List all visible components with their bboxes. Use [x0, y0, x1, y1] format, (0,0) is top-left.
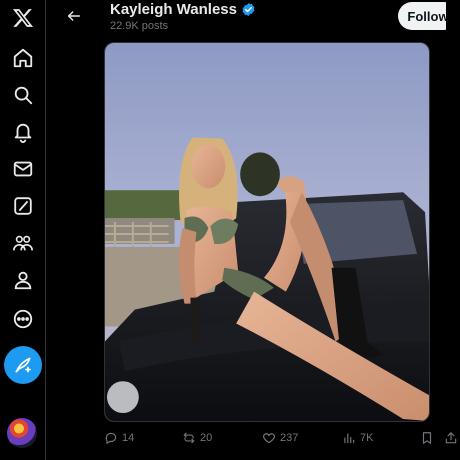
share-icon — [445, 432, 457, 444]
reply-icon — [105, 432, 117, 444]
bookmark-button[interactable] — [420, 428, 434, 448]
analytics-icon — [344, 433, 355, 444]
messages-icon[interactable] — [0, 152, 46, 186]
post-photo — [105, 43, 429, 421]
post-media[interactable] — [104, 42, 430, 422]
like-count: 237 — [280, 432, 299, 444]
profile-name-text: Kayleigh Wanless — [110, 1, 237, 18]
reply-count: 14 — [122, 432, 135, 444]
x-logo-icon[interactable] — [0, 1, 46, 35]
repost-icon — [183, 432, 195, 444]
grok-icon[interactable] — [0, 189, 46, 223]
scrollbar[interactable] — [446, 0, 460, 460]
compose-post-button[interactable] — [4, 346, 42, 384]
profile-header: Kayleigh Wanless 22.9K posts Follow — [46, 0, 460, 40]
heart-icon — [263, 433, 275, 444]
verified-badge-icon — [242, 2, 255, 17]
back-button[interactable] — [60, 4, 88, 28]
like-button[interactable]: 237 — [262, 428, 298, 448]
profile-name: Kayleigh Wanless — [110, 1, 256, 18]
compose-icon — [15, 357, 31, 373]
more-icon[interactable] — [0, 302, 46, 336]
views-button[interactable]: 7K — [342, 428, 373, 448]
repost-button[interactable]: 20 — [182, 428, 212, 448]
communities-icon[interactable] — [0, 226, 46, 260]
arrow-left-icon — [67, 11, 81, 21]
post-actions: 14 20 237 7K — [104, 428, 460, 448]
bookmark-icon — [422, 432, 432, 444]
reply-button[interactable]: 14 — [104, 428, 134, 448]
post-count: 22.9K posts — [110, 20, 169, 32]
search-icon[interactable] — [0, 78, 46, 112]
app-root: Kayleigh Wanless 22.9K posts Follow 14 2… — [0, 0, 460, 460]
sidebar-nav — [0, 0, 46, 460]
account-avatar[interactable] — [7, 418, 37, 448]
home-icon[interactable] — [0, 41, 46, 75]
share-button[interactable] — [444, 428, 458, 448]
view-count: 7K — [360, 432, 374, 444]
profile-icon[interactable] — [0, 263, 46, 297]
repost-count: 20 — [200, 432, 213, 444]
notifications-icon[interactable] — [0, 115, 46, 149]
